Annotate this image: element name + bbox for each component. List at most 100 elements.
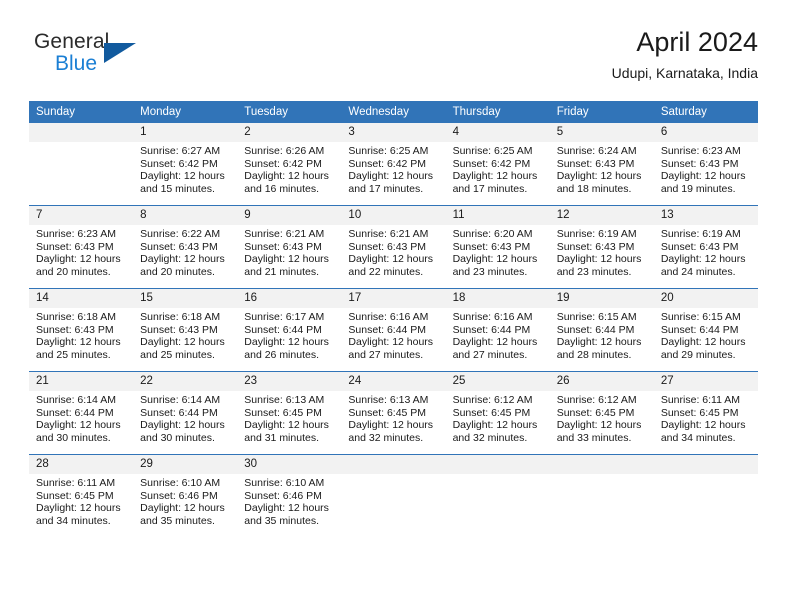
sunrise-text: Sunrise: 6:17 AM [244, 311, 325, 323]
weekday-header-thursday: Thursday [445, 101, 550, 123]
calendar-day-cell[interactable]: 10 Sunrise: 6:21 AM Sunset: 6:43 PM Dayligh… [341, 205, 446, 289]
calendar-day-cell[interactable]: 25 Sunrise: 6:12 AM Sunset: 6:45 PM Dayligh… [445, 371, 550, 455]
calendar-day-cell[interactable]: 1 Sunrise: 6:27 AM Sunset: 6:42 PM Daylight… [133, 123, 238, 206]
day-details: Sunrise: 6:21 AM Sunset: 6:43 PM Daylight:… [341, 225, 445, 278]
daylight-text-line1: Daylight: 12 hours [660, 336, 746, 349]
day-number: 22 [133, 372, 238, 391]
daylight-text-line1: Daylight: 12 hours [244, 502, 329, 515]
daylight-text-line2: and 31 minutes. [244, 431, 319, 444]
weekday-header-sunday: Sunday [29, 101, 134, 123]
calendar-day-cell[interactable]: 9 Sunrise: 6:21 AM Sunset: 6:43 PM Daylight… [237, 205, 342, 289]
calendar-day-cell[interactable]: 19 Sunrise: 6:15 AM Sunset: 6:44 PM Dayligh… [549, 288, 654, 372]
daylight-text-line2: and 25 minutes. [36, 348, 111, 361]
calendar-cell-empty [341, 454, 446, 537]
day-details: Sunrise: 6:10 AM Sunset: 6:46 PM Daylight:… [237, 474, 341, 527]
daylight-text-line2: and 29 minutes. [660, 348, 736, 361]
day-number [341, 455, 446, 474]
calendar-day-cell[interactable]: 27 Sunrise: 6:11 AM Sunset: 6:45 PM Dayligh… [653, 371, 758, 455]
daylight-text-line2: and 20 minutes. [140, 265, 215, 278]
sunset-text: Sunset: 6:44 PM [348, 323, 427, 336]
calendar-day-cell[interactable]: 7 Sunrise: 6:23 AM Sunset: 6:43 PM Daylight… [29, 205, 134, 289]
day-number: 13 [653, 206, 758, 225]
day-number: 3 [341, 123, 446, 142]
day-number: 6 [653, 123, 758, 142]
calendar-day-cell[interactable]: 13 Sunrise: 6:19 AM Sunset: 6:43 PM Dayligh… [653, 205, 758, 289]
calendar-day-cell[interactable]: 11 Sunrise: 6:20 AM Sunset: 6:43 PM Dayligh… [445, 205, 550, 289]
calendar-day-cell[interactable]: 6 Sunrise: 6:23 AM Sunset: 6:43 PM Daylight… [653, 123, 758, 206]
calendar-day-cell[interactable]: 4 Sunrise: 6:25 AM Sunset: 6:42 PM Daylight… [445, 123, 550, 206]
calendar-day-cell[interactable]: 22 Sunrise: 6:14 AM Sunset: 6:44 PM Dayligh… [133, 371, 238, 455]
daylight-text-line2: and 21 minutes. [244, 265, 319, 278]
daylight-text-line1: Daylight: 12 hours [36, 336, 121, 349]
daylight-text-line1: Daylight: 12 hours [244, 336, 329, 349]
daylight-text-line2: and 35 minutes. [244, 514, 319, 527]
general-blue-logo[interactable]: General Blue [34, 30, 154, 86]
calendar-day-cell[interactable]: 3 Sunrise: 6:25 AM Sunset: 6:42 PM Daylight… [341, 123, 446, 206]
calendar-day-cell[interactable]: 23 Sunrise: 6:13 AM Sunset: 6:45 PM Dayligh… [237, 371, 342, 455]
daylight-text-line2: and 22 minutes. [348, 265, 424, 278]
calendar-day-cell[interactable]: 14 Sunrise: 6:18 AM Sunset: 6:43 PM Dayligh… [29, 288, 134, 372]
day-number: 29 [133, 455, 238, 474]
day-number [29, 123, 134, 142]
calendar-day-cell[interactable]: 30 Sunrise: 6:10 AM Sunset: 6:46 PM Dayligh… [237, 454, 342, 537]
day-details: Sunrise: 6:11 AM Sunset: 6:45 PM Daylight:… [29, 474, 133, 527]
calendar-day-cell[interactable]: 24 Sunrise: 6:13 AM Sunset: 6:45 PM Dayligh… [341, 371, 446, 455]
sunset-text: Sunset: 6:46 PM [244, 489, 322, 502]
calendar-day-cell[interactable]: 8 Sunrise: 6:22 AM Sunset: 6:43 PM Daylight… [133, 205, 238, 289]
calendar-day-cell[interactable]: 29 Sunrise: 6:10 AM Sunset: 6:46 PM Dayligh… [133, 454, 238, 537]
daylight-text-line1: Daylight: 12 hours [140, 502, 225, 515]
daylight-text-line2: and 34 minutes. [36, 514, 111, 527]
sunrise-text: Sunrise: 6:15 AM [660, 311, 741, 323]
calendar-day-cell[interactable]: 20 Sunrise: 6:15 AM Sunset: 6:44 PM Dayligh… [653, 288, 758, 372]
daylight-text-line1: Daylight: 12 hours [452, 419, 538, 432]
calendar-week-row: 7 Sunrise: 6:23 AM Sunset: 6:43 PM Daylight… [29, 205, 758, 289]
day-number: 28 [29, 455, 134, 474]
daylight-text-line1: Daylight: 12 hours [348, 170, 434, 183]
sunset-text: Sunset: 6:44 PM [244, 323, 322, 336]
sunset-text: Sunset: 6:43 PM [140, 240, 218, 253]
calendar-day-cell[interactable]: 5 Sunrise: 6:24 AM Sunset: 6:43 PM Daylight… [549, 123, 654, 206]
day-number: 23 [237, 372, 342, 391]
daylight-text-line1: Daylight: 12 hours [140, 253, 225, 266]
sunset-text: Sunset: 6:43 PM [244, 240, 322, 253]
day-number: 9 [237, 206, 342, 225]
calendar-day-cell[interactable]: 26 Sunrise: 6:12 AM Sunset: 6:45 PM Dayligh… [549, 371, 654, 455]
sunrise-text: Sunrise: 6:19 AM [556, 228, 637, 240]
calendar-day-cell[interactable]: 21 Sunrise: 6:14 AM Sunset: 6:44 PM Dayligh… [29, 371, 134, 455]
daylight-text-line1: Daylight: 12 hours [556, 253, 642, 266]
daylight-text-line1: Daylight: 12 hours [140, 419, 225, 432]
sunrise-text: Sunrise: 6:18 AM [36, 311, 116, 323]
calendar-day-cell[interactable]: 15 Sunrise: 6:18 AM Sunset: 6:43 PM Dayligh… [133, 288, 238, 372]
day-details: Sunrise: 6:19 AM Sunset: 6:43 PM Daylight:… [654, 225, 758, 278]
daylight-text-line2: and 15 minutes. [140, 182, 215, 195]
daylight-text-line2: and 17 minutes. [348, 182, 424, 195]
logo-text-general: General [34, 30, 110, 53]
calendar-day-cell[interactable]: 17 Sunrise: 6:16 AM Sunset: 6:44 PM Dayligh… [341, 288, 446, 372]
calendar-day-cell[interactable]: 12 Sunrise: 6:19 AM Sunset: 6:43 PM Dayligh… [549, 205, 654, 289]
sunset-text: Sunset: 6:42 PM [244, 157, 322, 170]
calendar-day-cell[interactable]: 18 Sunrise: 6:16 AM Sunset: 6:44 PM Dayligh… [445, 288, 550, 372]
calendar-day-cell[interactable]: 2 Sunrise: 6:26 AM Sunset: 6:42 PM Daylight… [237, 123, 342, 206]
day-number: 11 [445, 206, 550, 225]
day-number: 5 [549, 123, 654, 142]
daylight-text-line2: and 30 minutes. [140, 431, 215, 444]
calendar-day-cell[interactable]: 16 Sunrise: 6:17 AM Sunset: 6:44 PM Dayligh… [237, 288, 342, 372]
weekday-header-friday: Friday [549, 101, 654, 123]
daylight-text-line1: Daylight: 12 hours [36, 419, 121, 432]
daylight-text-line1: Daylight: 12 hours [36, 502, 121, 515]
sunset-text: Sunset: 6:45 PM [244, 406, 322, 419]
day-number: 7 [29, 206, 134, 225]
sunrise-text: Sunrise: 6:18 AM [140, 311, 221, 323]
day-details: Sunrise: 6:18 AM Sunset: 6:43 PM Daylight:… [133, 308, 237, 361]
day-details: Sunrise: 6:14 AM Sunset: 6:44 PM Daylight:… [29, 391, 133, 444]
calendar-day-cell[interactable]: 28 Sunrise: 6:11 AM Sunset: 6:45 PM Dayligh… [29, 454, 134, 537]
sunrise-text: Sunrise: 6:13 AM [348, 394, 429, 406]
sunrise-text: Sunrise: 6:13 AM [244, 394, 325, 406]
day-details: Sunrise: 6:24 AM Sunset: 6:43 PM Daylight:… [550, 142, 654, 195]
page-header: General Blue April 2024 Udupi, Karnataka… [34, 27, 758, 94]
calendar-cell-empty [445, 454, 550, 537]
day-number: 10 [341, 206, 446, 225]
day-details: Sunrise: 6:21 AM Sunset: 6:43 PM Daylight:… [237, 225, 341, 278]
day-number: 24 [341, 372, 446, 391]
calendar-week-row: 21 Sunrise: 6:14 AM Sunset: 6:44 PM Dayligh… [29, 371, 758, 455]
